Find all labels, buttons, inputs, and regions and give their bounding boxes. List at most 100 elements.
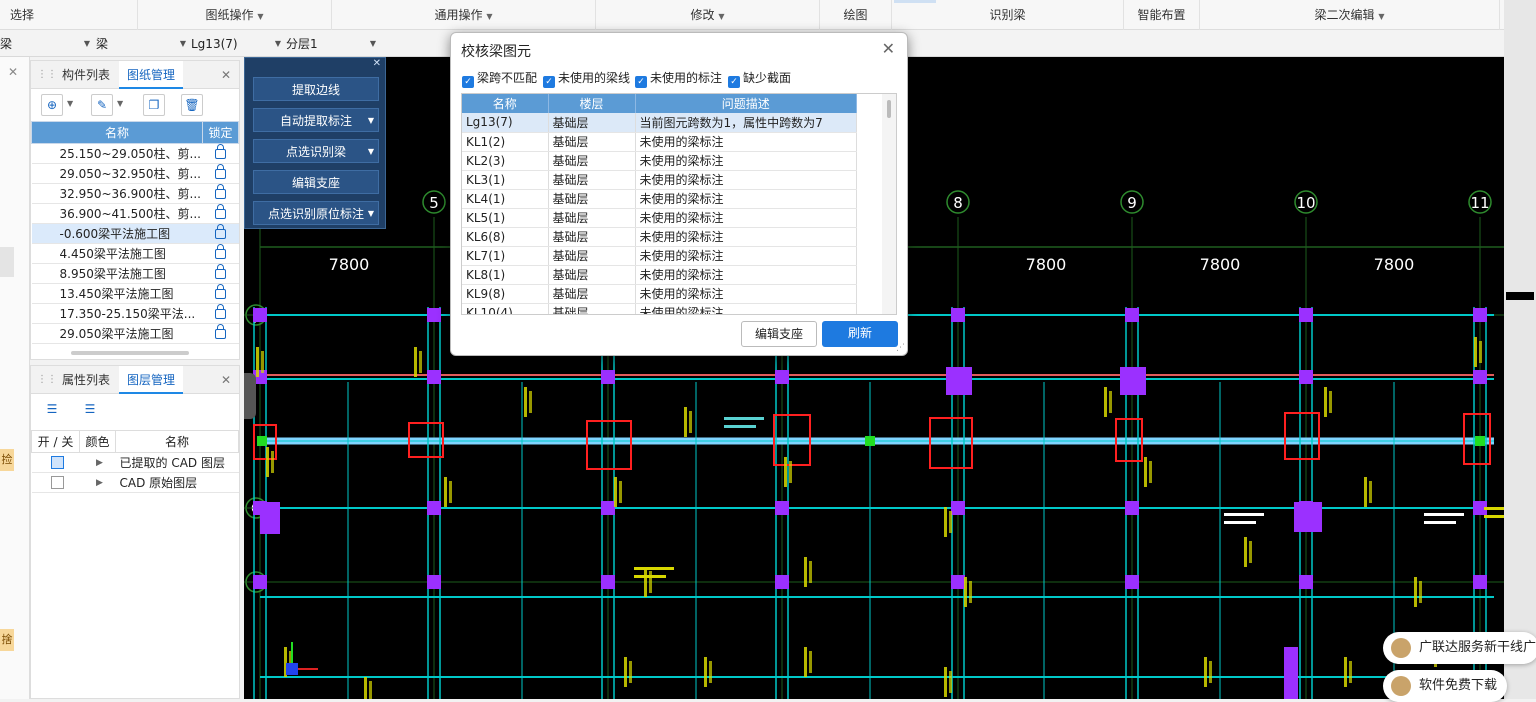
column-header[interactable]: 锁定 <box>202 121 239 144</box>
chevron-down-icon[interactable]: ▼ <box>67 99 73 108</box>
extract-edge-button[interactable]: 提取边线 <box>253 77 379 101</box>
pick-recognize-beam-button[interactable]: 点选识别梁 ▼ <box>253 139 379 163</box>
ribbon-group-drawing[interactable]: 图纸操作 ▼ <box>138 0 332 30</box>
lock-icon[interactable] <box>215 184 226 199</box>
check-missing-section[interactable]: ✓ 缺少截面 <box>728 70 791 88</box>
layer-toggle-checkbox[interactable] <box>51 456 64 469</box>
table-row[interactable]: KL6(8) 基础层 未使用的梁标注 <box>462 227 857 247</box>
table-row[interactable]: -0.600梁平法施工图 <box>31 223 239 244</box>
table-row[interactable]: 17.350-25.150梁平法... <box>31 303 239 324</box>
tab-component-list[interactable]: 构件列表 <box>57 61 115 89</box>
ribbon-group-select[interactable]: 选择 <box>0 0 138 30</box>
checkbox-icon[interactable]: ✓ <box>728 76 740 88</box>
table-row[interactable]: 32.950~36.900柱、剪... <box>31 183 239 204</box>
grip-icon[interactable]: ⋮⋮ <box>37 366 57 394</box>
edit-drawing-icon[interactable]: ✎ <box>91 94 113 116</box>
tab-drawing-manager[interactable]: 图纸管理 <box>119 61 183 89</box>
component-dropdown[interactable]: Lg13(7) ▼ <box>191 34 283 54</box>
table-row[interactable]: 29.050梁平法施工图 <box>31 323 239 344</box>
horizontal-scrollbar[interactable] <box>71 351 189 355</box>
table-row[interactable]: 29.050~32.950柱、剪... <box>31 163 239 184</box>
close-icon[interactable]: ✕ <box>221 366 231 394</box>
promo-toast[interactable]: 广联达服务新干线广 <box>1383 632 1536 664</box>
add-drawing-icon[interactable]: ⊕ <box>41 94 63 116</box>
table-row[interactable]: KL1(2) 基础层 未使用的梁标注 <box>462 132 857 152</box>
tab-layer-manager[interactable]: 图层管理 <box>119 366 183 394</box>
column-header[interactable]: 开 / 关 <box>31 430 80 453</box>
table-row[interactable]: KL10(4) 基础层 未使用的梁标注 <box>462 303 857 314</box>
lock-icon[interactable] <box>215 164 226 179</box>
table-row[interactable]: KL4(1) 基础层 未使用的梁标注 <box>462 189 857 209</box>
check-span-mismatch[interactable]: ✓ 梁跨不匹配 <box>462 70 537 88</box>
checkbox-icon[interactable]: ✓ <box>635 76 647 88</box>
chevron-down-icon[interactable]: ▼ <box>117 99 123 108</box>
category-dropdown[interactable]: 梁 ▼ <box>0 34 92 54</box>
table-row[interactable]: ▶ CAD 原始图层 <box>31 472 239 493</box>
lock-icon[interactable] <box>215 304 226 319</box>
delete-icon[interactable]: 🗑 <box>181 94 203 116</box>
refresh-button[interactable]: 刷新 <box>822 321 898 347</box>
vertical-scrollbar[interactable] <box>882 94 896 314</box>
close-icon[interactable]: ✕ <box>373 58 381 69</box>
table-row[interactable]: 8.950梁平法施工图 <box>31 263 239 284</box>
download-toast[interactable]: 软件免费下载 <box>1383 670 1507 702</box>
table-row[interactable]: 13.450梁平法施工图 <box>31 283 239 304</box>
table-row[interactable]: 25.150~29.050柱、剪... <box>31 143 239 164</box>
table-row[interactable]: KL7(1) 基础层 未使用的梁标注 <box>462 246 857 266</box>
type-dropdown[interactable]: 梁 ▼ <box>96 34 188 54</box>
table-row[interactable]: KL9(8) 基础层 未使用的梁标注 <box>462 284 857 304</box>
table-row[interactable]: 36.900~41.500柱、剪... <box>31 203 239 224</box>
side-tag[interactable]: 捡 <box>0 449 14 471</box>
tab-property-list[interactable]: 属性列表 <box>57 366 115 394</box>
layer-show-icon[interactable]: ☰ <box>41 399 63 421</box>
edit-support-button[interactable]: 编辑支座 <box>253 170 379 194</box>
layer-hide-icon[interactable]: ☰ <box>79 399 101 421</box>
ribbon-group-general[interactable]: 通用操作 ▼ <box>332 0 596 30</box>
checkbox-icon[interactable]: ✓ <box>462 76 474 88</box>
column-header[interactable]: 楼层 <box>548 94 636 113</box>
ribbon-group-beam-edit[interactable]: 梁二次编辑 ▼ <box>1200 0 1500 30</box>
check-unused-beam-line[interactable]: ✓ 未使用的梁线 <box>543 70 630 88</box>
ribbon-group-recognize-beam[interactable]: 识别梁 <box>892 0 1124 30</box>
table-row[interactable]: KL5(1) 基础层 未使用的梁标注 <box>462 208 857 228</box>
lock-icon[interactable] <box>215 324 226 339</box>
expand-icon[interactable]: ▶ <box>79 452 116 473</box>
scroll-thumb[interactable] <box>887 100 891 118</box>
table-row[interactable]: KL2(3) 基础层 未使用的梁标注 <box>462 151 857 171</box>
table-row[interactable]: Lg13(7) 基础层 当前图元跨数为1，属性中跨数为7 <box>462 113 857 133</box>
ribbon-group-smart-layout[interactable]: 智能布置 <box>1124 0 1200 30</box>
pick-recognize-original-label-button[interactable]: 点选识别原位标注 ▼ <box>253 201 379 225</box>
check-unused-label[interactable]: ✓ 未使用的标注 <box>635 70 722 88</box>
layer-dropdown[interactable]: 分层1 ▼ <box>286 34 378 54</box>
table-row[interactable]: KL8(1) 基础层 未使用的梁标注 <box>462 265 857 285</box>
checkbox-icon[interactable]: ✓ <box>543 76 555 88</box>
copy-drawing-icon[interactable]: ❐ <box>143 94 165 116</box>
lock-icon[interactable] <box>215 284 226 299</box>
close-icon[interactable]: ✕ <box>8 65 18 79</box>
ribbon-group-draw[interactable]: 绘图 <box>820 0 892 30</box>
expand-icon[interactable]: ▶ <box>79 472 116 493</box>
edit-support-dialog-button[interactable]: 编辑支座 <box>741 321 817 347</box>
lock-icon[interactable] <box>215 144 226 159</box>
lock-icon[interactable] <box>215 264 226 279</box>
close-icon[interactable]: ✕ <box>882 39 895 58</box>
lock-icon[interactable] <box>215 204 226 219</box>
collapse-handle[interactable] <box>244 373 256 419</box>
table-row[interactable]: KL3(1) 基础层 未使用的梁标注 <box>462 170 857 190</box>
layer-toggle-checkbox[interactable] <box>51 476 64 489</box>
ribbon-group-modify[interactable]: 修改 ▼ <box>596 0 820 30</box>
side-tag[interactable]: 捨 <box>0 629 14 651</box>
auto-extract-label-button[interactable]: 自动提取标注 ▼ <box>253 108 379 132</box>
table-row[interactable]: 4.450梁平法施工图 <box>31 243 239 264</box>
column-header[interactable]: 名称 <box>31 121 203 144</box>
strip-tab[interactable] <box>0 247 14 277</box>
column-header[interactable]: 名称 <box>115 430 239 453</box>
table-row[interactable]: ▶ 已提取的 CAD 图层 <box>31 452 239 473</box>
column-header[interactable]: 颜色 <box>79 430 116 453</box>
resize-grip-icon[interactable]: ⋰ <box>896 343 905 353</box>
lock-icon[interactable] <box>215 244 226 259</box>
grip-icon[interactable]: ⋮⋮ <box>37 61 57 89</box>
column-header[interactable]: 问题描述 <box>635 94 857 113</box>
column-header[interactable]: 名称 <box>462 94 549 113</box>
lock-icon[interactable] <box>215 224 226 239</box>
